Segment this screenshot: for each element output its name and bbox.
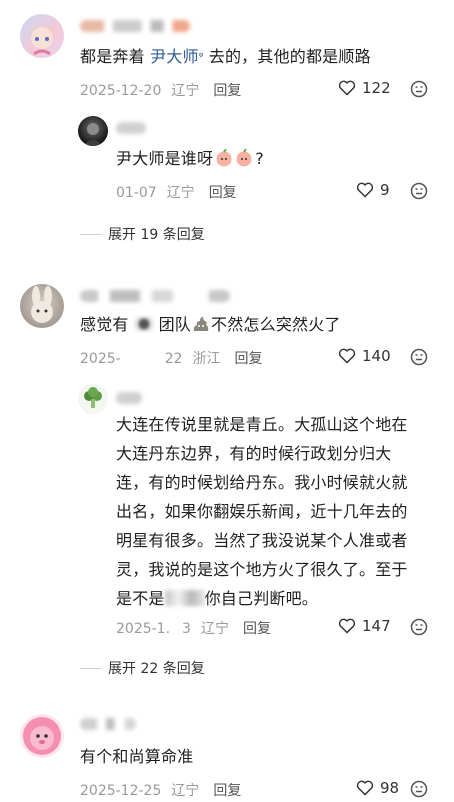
like-button[interactable]: 147 [338,617,391,635]
reply-text-part: 你自己判断吧。 [204,589,319,608]
reply-button[interactable]: 回复 [235,351,263,367]
reply-line: 大连丹东边界，有的时候行政划分归大 [116,444,392,463]
username-blurred[interactable] [116,392,142,404]
reply-button[interactable]: 回复 [213,783,241,799]
like-button[interactable]: 98 [356,779,399,797]
divider [80,233,102,235]
comment-date-tail: 22 [164,351,183,367]
username-blurred[interactable] [80,290,230,302]
avatar[interactable] [78,116,108,146]
reply-line: 出名，如果你翻娱乐新闻，近十几年去的 [116,502,408,521]
heart-icon [356,182,374,198]
censored-blur-icon [128,316,159,332]
emoji-face-icon [410,182,428,200]
like-button[interactable]: 9 [356,181,390,199]
like-button[interactable]: 122 [338,79,391,97]
pink-lion-avatar-icon [23,717,61,755]
comment-location: 辽宁 [171,83,200,99]
reply-text-part: 尹大师是谁呀 [116,149,214,168]
avatar[interactable] [20,284,64,328]
more-options-button[interactable] [410,780,428,802]
reply-line: 灵，我说的是这个地方火了很久了。至于 [116,560,408,579]
comment-location: 浙江 [192,351,221,367]
reply-date-tail: 3 [182,621,191,637]
like-button[interactable]: 140 [338,347,391,365]
emoji-face-icon [410,780,428,798]
comment-text-part: 去的，其他的都是顺路 [203,47,371,66]
reply-line: 大连在传说里就是青丘。大孤山这个地在 [116,415,408,434]
more-options-button[interactable] [410,618,428,640]
heart-icon [338,348,356,364]
comment-text-part: 都是奔着 [80,47,151,66]
reply-line: 是不是 你自己判断吧。 [116,584,408,613]
like-count: 147 [362,617,391,635]
emoji-face-icon [410,80,428,98]
comment-text-part: 团队 [158,315,192,334]
divider [80,667,102,669]
comment-meta: 2025- 22 浙江 回复 [80,348,263,368]
reply-button[interactable]: 回复 [213,83,241,99]
reply-button[interactable]: 回复 [209,185,237,201]
comment-meta: 2025-12-20 辽宁 回复 [80,80,241,100]
more-options-button[interactable] [410,80,428,102]
reply-text-part: ? [255,149,264,168]
dark-portrait-avatar-icon [83,123,103,146]
heart-icon [338,80,356,96]
comment-meta: 2025-12-25 辽宁 回复 [80,780,241,800]
reply-date: 01-07 [116,185,157,201]
like-count: 9 [380,181,390,199]
reply-line: 连，有的时候划给丹东。我小时候就火就 [116,473,408,492]
expand-replies-label: 展开 22 条回复 [108,661,205,677]
emoji-face-icon [410,348,428,366]
mention-link[interactable]: 尹大师 [150,47,199,66]
censored-blur-icon [164,590,205,606]
comment-date: 2025-12-20 [80,83,162,99]
broccoli-avatar-icon [84,387,102,408]
username-blurred[interactable] [80,718,136,730]
comment-date: 2025- [80,351,121,367]
reply-text: 大连在传说里就是青丘。大孤山这个地在 大连丹东边界，有的时候行政划分归大 连，有… [116,410,408,613]
avatar[interactable] [20,14,64,58]
comment-text: 有个和尚算命准 [80,747,194,766]
reply-date: 2025-1. [116,621,171,637]
comment-location: 辽宁 [171,783,200,799]
anime-girl-avatar-icon [28,26,56,56]
like-count: 140 [362,347,391,365]
like-count: 122 [362,79,391,97]
heart-icon [356,780,374,796]
reply-text: 尹大师是谁呀 ? [116,146,264,175]
more-options-button[interactable] [410,182,428,204]
reply-meta: 2025-1. 3 辽宁 回复 [116,618,271,638]
peach-emoji-icon [215,148,255,175]
bunny-avatar-icon [31,286,53,323]
poop-emoji-icon [192,315,210,341]
reply-location: 辽宁 [200,621,229,637]
like-count: 98 [380,779,400,797]
heart-icon [338,618,356,634]
reply-button[interactable]: 回复 [243,621,271,637]
expand-replies-button[interactable]: 展开 19 条回复 [80,224,205,244]
expand-replies-label: 展开 19 条回复 [108,227,205,243]
expand-replies-button[interactable]: 展开 22 条回复 [80,658,205,678]
comment-text: 都是奔着 尹大师ᵠ 去的，其他的都是顺路 [80,44,371,70]
comment-text-part: 感觉有 [80,315,129,334]
reply-meta: 01-07 辽宁 回复 [116,182,237,202]
username-blurred[interactable] [116,122,146,134]
reply-line: 明星有很多。当然了我没说某个人准或者 [116,531,408,550]
reply-location: 辽宁 [166,185,195,201]
comment-text-part: 不然怎么突然火了 [211,315,341,334]
avatar[interactable] [78,384,108,414]
more-options-button[interactable] [410,348,428,370]
username-blurred[interactable] [80,20,190,32]
avatar[interactable] [20,714,64,758]
reply-text-part: 是不是 [116,589,165,608]
comment-date: 2025-12-25 [80,783,162,799]
comment-text: 感觉有 团队 不然怎么突然火了 [80,312,341,341]
emoji-face-icon [410,618,428,636]
